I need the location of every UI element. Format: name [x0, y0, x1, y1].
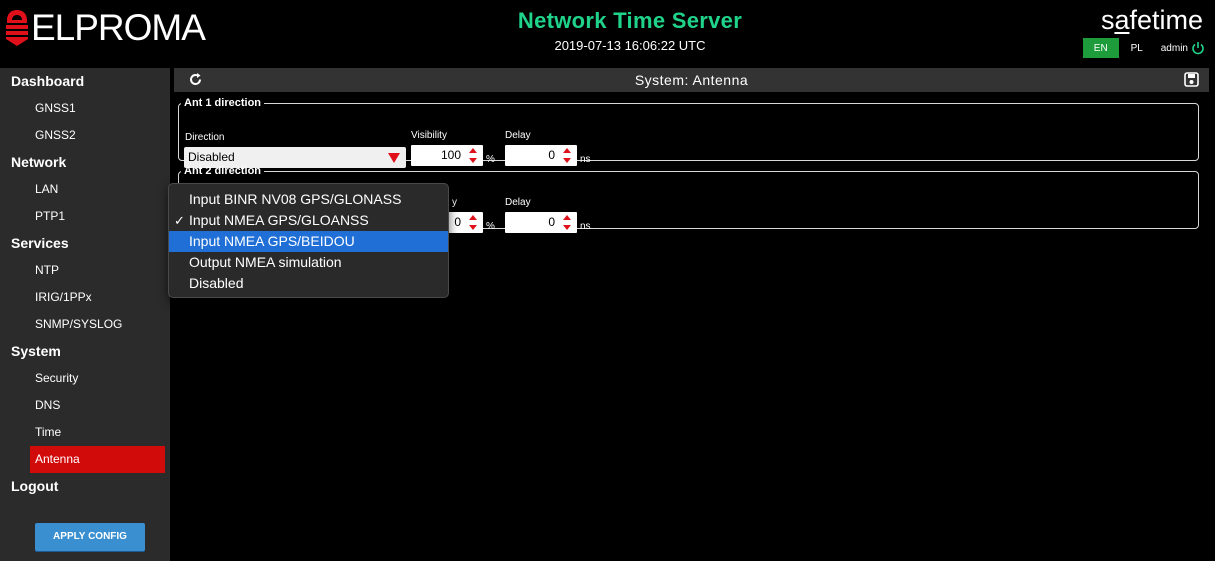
lang-user-row: EN PL admin [1025, 38, 1205, 58]
safetime-brand: safetime [1025, 6, 1203, 34]
ant2-direction-dropdown: Input BINR NV08 GPS/GLONASS ✓ Input NMEA … [168, 183, 449, 298]
app-title: Network Time Server [517, 8, 743, 33]
sidebar-item-gnss2[interactable]: GNSS2 [0, 122, 170, 149]
lang-pl-button[interactable]: PL [1119, 38, 1155, 58]
ant2-visibility-value: 0 [454, 215, 461, 229]
dropdown-option-label: Input NMEA GPS/BEIDOU [189, 233, 355, 249]
dropdown-option-label: Input BINR NV08 GPS/GLONASS [189, 191, 402, 207]
spinner-arrows-icon[interactable] [562, 147, 572, 164]
ant1-delay-unit: ns [580, 154, 591, 165]
brand-underlined: a [1114, 5, 1130, 35]
sidebar: Dashboard GNSS1 GNSS2 Network LAN PTP1 S… [0, 68, 170, 561]
ant1-direction-label: Direction [185, 132, 225, 143]
ant2-delay-label: Delay [505, 197, 531, 208]
brand-area: safetime EN PL admin [1025, 6, 1205, 58]
ant1-delay-stepper[interactable]: 0 [505, 145, 577, 166]
apply-config-button[interactable]: APPLY CONFIG [35, 523, 145, 551]
sidebar-item-ptp1[interactable]: PTP1 [0, 203, 170, 230]
sidebar-item-time[interactable]: Time [0, 419, 170, 446]
ant1-visibility-value: 100 [440, 148, 461, 162]
ant2-delay-stepper[interactable]: 0 [505, 212, 577, 233]
ant1-visibility-label: Visibility [411, 130, 447, 141]
power-icon[interactable] [1191, 41, 1205, 55]
sidebar-section-dashboard[interactable]: Dashboard [0, 68, 170, 95]
page-title: System: Antenna [634, 72, 749, 88]
sidebar-item-irig[interactable]: IRIG/1PPx [0, 284, 170, 311]
ant1-visibility-unit: % [486, 154, 495, 165]
brand-prefix: s [1100, 5, 1115, 35]
save-icon[interactable] [1184, 72, 1199, 87]
elproma-logo-icon [6, 10, 28, 46]
ant1-delay-value: 0 [548, 148, 555, 162]
sidebar-section-system[interactable]: System [0, 338, 170, 365]
dropdown-option[interactable]: Disabled [169, 273, 448, 294]
dropdown-option-label: Output NMEA simulation [189, 254, 342, 270]
sidebar-item-gnss1[interactable]: GNSS1 [0, 95, 170, 122]
dropdown-option[interactable]: Input BINR NV08 GPS/GLONASS [169, 189, 448, 210]
ant2-visibility-label: y [452, 197, 457, 208]
sidebar-item-snmp-syslog[interactable]: SNMP/SYSLOG [0, 311, 170, 338]
ant2-delay-value: 0 [548, 215, 555, 229]
lang-en-button[interactable]: EN [1082, 38, 1119, 58]
dropdown-option-highlighted[interactable]: Input NMEA GPS/BEIDOU [169, 231, 448, 252]
spinner-arrows-icon[interactable] [468, 214, 478, 231]
logo-text: ELPROMA [31, 7, 206, 48]
ant2-visibility-unit: % [486, 221, 495, 232]
ant1-direction-value: Disabled [188, 150, 235, 164]
username: admin [1160, 42, 1188, 54]
sidebar-section-network[interactable]: Network [0, 149, 170, 176]
sidebar-item-lan[interactable]: LAN [0, 176, 170, 203]
ant1-delay-label: Delay [505, 130, 531, 141]
sidebar-item-antenna[interactable]: Antenna [30, 446, 165, 473]
sidebar-item-dns[interactable]: DNS [0, 392, 170, 419]
elproma-logo[interactable]: ELPROMA [4, 7, 206, 48]
sidebar-item-security[interactable]: Security [0, 365, 170, 392]
main-content: System: Antenna Ant 1 direction Directio… [174, 68, 1209, 561]
brand-suffix: fetime [1129, 5, 1203, 35]
header-center: Network Time Server 2019-07-13 16:06:22 … [480, 8, 780, 53]
current-datetime: 2019-07-13 16:06:22 UTC [554, 38, 706, 53]
ant1-visibility-stepper[interactable]: 100 [411, 145, 483, 166]
sidebar-logout[interactable]: Logout [0, 473, 170, 500]
page-toolbar: System: Antenna [174, 68, 1209, 92]
ant2-legend: Ant 2 direction [184, 165, 262, 177]
sidebar-item-ntp[interactable]: NTP [0, 257, 170, 284]
dropdown-option-selected[interactable]: ✓ Input NMEA GPS/GLOANSS [169, 210, 448, 231]
app-window: ELPROMA Network Time Server 2019-07-13 1… [0, 0, 1215, 561]
ant1-direction-group: Ant 1 direction Direction Disabled Visib… [178, 97, 1199, 168]
spinner-arrows-icon[interactable] [468, 147, 478, 164]
dropdown-option-label: Disabled [189, 275, 244, 291]
ant1-legend: Ant 1 direction [184, 97, 262, 109]
checkmark-icon: ✓ [174, 213, 185, 228]
ant2-delay-unit: ns [580, 221, 591, 232]
top-header: ELPROMA Network Time Server 2019-07-13 1… [0, 0, 1215, 62]
user-menu[interactable]: admin [1161, 41, 1205, 55]
sidebar-section-services[interactable]: Services [0, 230, 170, 257]
dropdown-option-label: Input NMEA GPS/GLOANSS [189, 212, 369, 228]
spinner-arrows-icon[interactable] [562, 214, 572, 231]
dropdown-option[interactable]: Output NMEA simulation [169, 252, 448, 273]
chevron-down-icon [388, 153, 400, 163]
